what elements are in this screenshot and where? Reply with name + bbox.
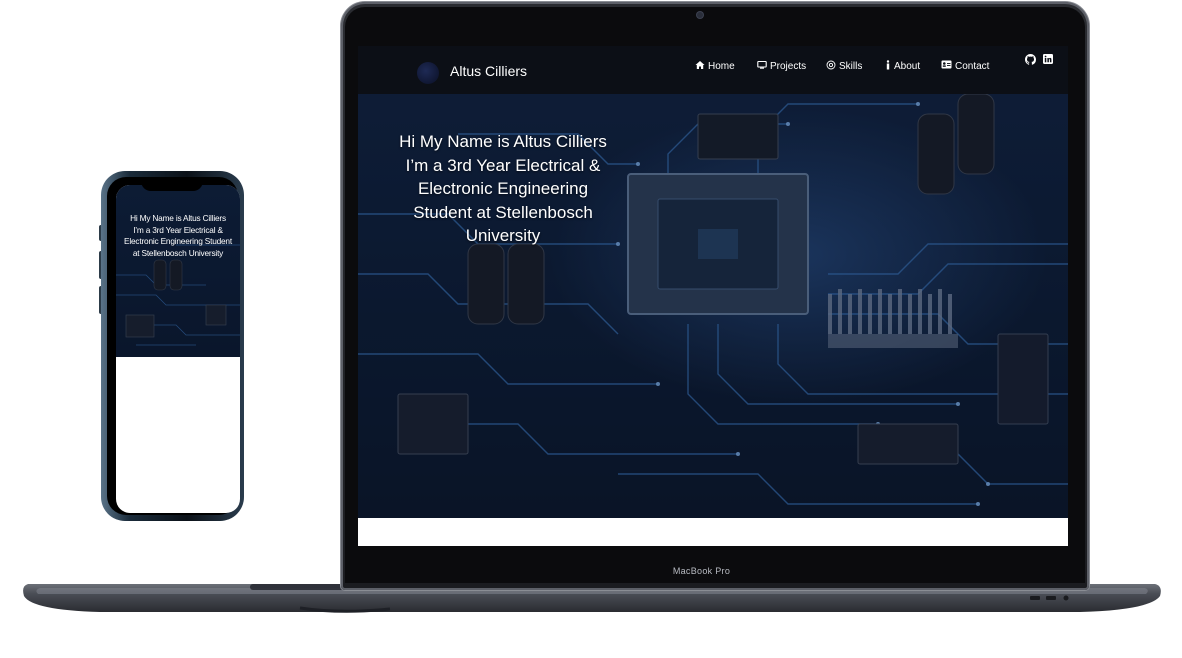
hero-section: Hi My Name is Altus Cilliers I’m a 3rd Y… — [358, 94, 1068, 518]
brand-name[interactable]: Altus Cilliers — [450, 63, 527, 79]
monitor-icon — [757, 60, 767, 73]
phone-hero-headline: Hi My Name is Altus Cilliers I’m a 3rd Y… — [124, 213, 232, 258]
linkedin-link[interactable] — [1043, 54, 1053, 67]
nav-label-contact: Contact — [955, 60, 990, 72]
nav-item-projects[interactable]: Projects — [757, 60, 806, 73]
nav-label-about: About — [894, 61, 921, 72]
site-navbar: Altus Cilliers Home Projects Skills Abou… — [358, 46, 1068, 94]
nav-item-skills[interactable]: Skills — [826, 60, 862, 73]
brand-logo[interactable] — [417, 62, 439, 84]
phone-screen: Hi My Name is Altus Cilliers I’m a 3rd Y… — [116, 185, 240, 513]
contact-card-icon — [941, 60, 952, 72]
webcam-icon — [697, 12, 703, 18]
phone-circuit-background — [116, 185, 240, 357]
nav-label-home: Home — [708, 61, 735, 72]
nav-label-skills: Skills — [839, 61, 863, 72]
laptop-screen: Altus Cilliers Home Projects Skills Abou… — [358, 46, 1068, 546]
hero-headline: Hi My Name is Altus Cilliers I’m a 3rd Y… — [399, 132, 607, 245]
phone-hero-section: Hi My Name is Altus Cilliers I’m a 3rd Y… — [116, 185, 240, 357]
home-icon — [695, 60, 705, 73]
nav-item-contact[interactable]: Contact — [941, 60, 989, 72]
linkedin-icon — [1043, 54, 1053, 67]
phone-notch — [141, 177, 203, 191]
info-icon — [885, 60, 891, 73]
device-mockup-stage: Altus Cilliers Home Projects Skills Abou… — [0, 0, 1182, 658]
nav-item-about[interactable]: About — [885, 60, 920, 73]
github-link[interactable] — [1025, 54, 1036, 68]
github-icon — [1025, 54, 1036, 68]
nav-item-home[interactable]: Home — [695, 60, 735, 73]
laptop-model-label: MacBook Pro — [672, 566, 731, 576]
at-icon — [826, 60, 836, 73]
nav-label-projects: Projects — [770, 61, 807, 72]
